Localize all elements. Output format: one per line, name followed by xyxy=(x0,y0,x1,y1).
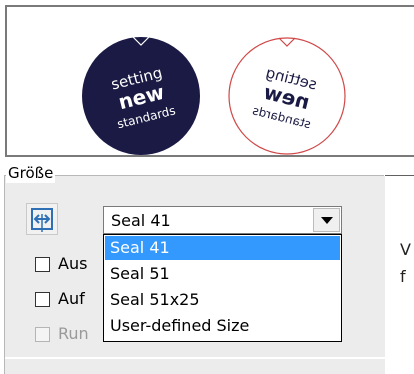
checkbox-run-label: Run xyxy=(58,324,89,343)
right-panel-text-line2: f xyxy=(400,267,406,286)
right-panel-text-line1: V xyxy=(400,240,411,259)
dropdown-option-seal-41[interactable]: Seal 41 xyxy=(105,236,340,260)
seal-size-dropdown-list[interactable]: Seal 41 Seal 51 Seal 51x25 User-defined … xyxy=(103,234,342,342)
combobox-dropdown-button[interactable] xyxy=(313,208,340,232)
seal-mirror: setting new standards xyxy=(228,37,346,155)
divider-line xyxy=(385,175,414,176)
checkbox-auf[interactable] xyxy=(35,292,50,307)
seal-preview-canvas: setting new standards setting new standa… xyxy=(82,36,346,155)
fit-width-icon xyxy=(31,208,53,232)
group-border-left xyxy=(4,175,5,374)
dropdown-option-seal-51[interactable]: Seal 51 xyxy=(105,262,340,286)
checkbox-aus-label: Aus xyxy=(58,254,88,273)
checkbox-run[interactable] xyxy=(35,327,50,342)
checkbox-aus[interactable] xyxy=(35,257,50,272)
dropdown-option-seal-51x25[interactable]: Seal 51x25 xyxy=(105,288,340,312)
group-border-top xyxy=(4,175,384,176)
fit-size-button[interactable] xyxy=(26,203,58,235)
chevron-down-icon xyxy=(321,217,333,224)
checkbox-auf-label: Auf xyxy=(58,289,85,308)
dropdown-option-user-defined-size[interactable]: User-defined Size xyxy=(105,314,340,338)
panel-separator xyxy=(5,357,385,359)
seal-size-combobox[interactable]: Seal 41 xyxy=(103,206,342,234)
size-group-label: Größe xyxy=(6,163,56,183)
seal-size-combobox-value: Seal 41 xyxy=(111,211,171,230)
seal-front: setting new standards xyxy=(82,36,200,155)
